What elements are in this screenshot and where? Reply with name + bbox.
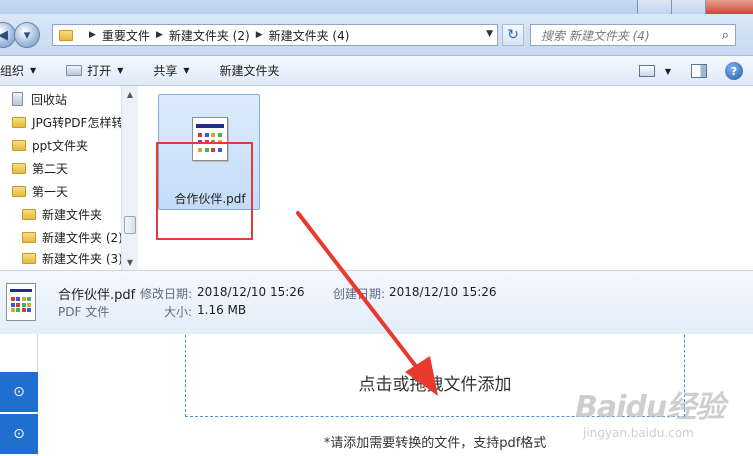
file-open-dialog: ◀ ▾ ▶ 重要文件 ▶ 新建文件夹 (2) ▶ 新建文件夹 (4) ▼ ↻ 搜…: [0, 0, 753, 334]
forward-button[interactable]: ▾: [14, 22, 40, 48]
breadcrumb-separator-icon[interactable]: ▶: [156, 30, 163, 40]
scroll-up-icon[interactable]: ▲: [122, 86, 138, 102]
minimize-button[interactable]: [637, 0, 671, 14]
nav-item-recycle-bin[interactable]: 回收站: [12, 88, 67, 110]
details-created-value: 2018/12/10 15:26: [389, 285, 497, 299]
caret-down-icon: ▼: [183, 66, 190, 75]
watermark-url: jingyan.baidu.com: [583, 426, 694, 440]
details-size-label: 大小:: [164, 305, 193, 319]
folder-icon: [22, 231, 36, 243]
view-caret-down-icon[interactable]: ▼: [665, 67, 671, 76]
nav-item-folder[interactable]: ppt文件夹: [12, 134, 88, 156]
pdf-file-icon: [6, 283, 36, 321]
nav-item-label: 新建文件夹: [42, 207, 103, 222]
breadcrumb-item[interactable]: 重要文件: [102, 27, 150, 44]
view-mode-icon[interactable]: [638, 65, 655, 77]
folder-icon: [59, 29, 73, 41]
arrow-left-icon: ◀: [0, 27, 8, 43]
nav-item-label: 第二天: [32, 161, 69, 176]
folder-icon: [22, 252, 36, 264]
folder-icon: [12, 185, 26, 197]
close-button[interactable]: [705, 0, 753, 14]
navigation-pane: 回收站 JPG转PDF怎样转 ppt文件夹 第二天 第一天 新建文件夹 新建文件…: [0, 86, 138, 270]
open-menu[interactable]: 打开 ▼: [66, 56, 123, 86]
new-folder-button[interactable]: 新建文件夹: [220, 56, 280, 86]
chevron-right-circle-icon: ⊙: [13, 426, 25, 442]
search-input[interactable]: 搜索 新建文件夹 (4) ⌕: [530, 24, 736, 46]
search-placeholder: 搜索 新建文件夹 (4): [541, 28, 650, 43]
refresh-button[interactable]: ↻: [502, 24, 524, 46]
folder-icon: [12, 162, 26, 174]
details-file-name: 合作伙伴.pdf: [58, 288, 136, 303]
address-dropdown-icon[interactable]: ▼: [486, 29, 493, 39]
breadcrumb-item[interactable]: 新建文件夹 (2): [169, 27, 250, 44]
window-title-strip: [0, 0, 753, 14]
watermark-brand: Baidu经验: [575, 390, 725, 425]
new-folder-label: 新建文件夹: [219, 64, 280, 78]
details-file-type: PDF 文件: [58, 305, 110, 319]
folder-icon: [12, 116, 26, 128]
nav-item-folder[interactable]: 第一天: [12, 180, 68, 202]
search-icon[interactable]: ⌕: [722, 28, 729, 43]
organize-label: 组织: [0, 64, 25, 78]
nav-item-label: 新建文件夹 (2): [42, 230, 123, 245]
folder-icon: [22, 208, 36, 220]
maximize-button[interactable]: [671, 0, 705, 14]
nav-item-folder[interactable]: 新建文件夹 (3): [22, 249, 123, 267]
details-pane: 合作伙伴.pdf PDF 文件 修改日期: 2018/12/10 15:26 大…: [0, 270, 753, 334]
nav-item-label: 回收站: [31, 92, 68, 107]
nav-item-folder[interactable]: 新建文件夹 (2): [22, 226, 123, 248]
nav-item-folder[interactable]: 新建文件夹: [22, 203, 102, 225]
nav-item-folder[interactable]: JPG转PDF怎样转: [12, 111, 124, 133]
highlight-box: [156, 142, 253, 240]
help-icon[interactable]: ?: [725, 62, 743, 80]
open-label: 打开: [87, 64, 112, 78]
nav-item-label: ppt文件夹: [32, 138, 88, 153]
recycle-bin-icon: [12, 92, 23, 106]
scroll-thumb[interactable]: [124, 216, 136, 234]
folder-icon: [12, 139, 26, 151]
open-with-icon: [66, 65, 83, 76]
share-label: 共享: [153, 64, 178, 78]
nav-pane-scrollbar[interactable]: ▲ ▼: [121, 86, 138, 270]
rail-expand-button-2[interactable]: ⊙: [0, 414, 38, 454]
nav-item-label: 新建文件夹 (3): [42, 251, 123, 266]
breadcrumb-item[interactable]: 新建文件夹 (4): [269, 27, 350, 44]
details-created-label: 创建日期:: [333, 287, 386, 301]
caret-down-icon: ▼: [117, 66, 124, 75]
nav-item-folder[interactable]: 第二天: [12, 157, 68, 179]
nav-item-label: 第一天: [32, 184, 69, 199]
watermark: Baidu经验 jingyan.baidu.com: [575, 382, 745, 452]
rail-expand-button-1[interactable]: ⊙: [0, 372, 38, 412]
breadcrumb: ▶ 重要文件 ▶ 新建文件夹 (2) ▶ 新建文件夹 (4): [79, 27, 353, 44]
refresh-icon: ↻: [507, 27, 519, 43]
share-menu[interactable]: 共享 ▼: [153, 56, 189, 86]
caret-down-icon: ▼: [30, 66, 37, 75]
details-modified-value: 2018/12/10 15:26: [197, 285, 305, 299]
address-box[interactable]: ▶ 重要文件 ▶ 新建文件夹 (2) ▶ 新建文件夹 (4) ▼: [52, 24, 498, 46]
preview-pane-icon[interactable]: [691, 64, 707, 78]
nav-item-label: JPG转PDF怎样转: [32, 115, 124, 130]
details-modified-label: 修改日期:: [140, 287, 193, 301]
converter-side-rail: ⊙ ⊙: [0, 334, 38, 456]
organize-menu[interactable]: 组织 ▼: [0, 56, 36, 86]
breadcrumb-separator-icon[interactable]: ▶: [256, 30, 263, 40]
chevron-down-icon: ▾: [23, 27, 31, 43]
chevron-right-circle-icon: ⊙: [13, 384, 25, 400]
address-bar-area: ◀ ▾ ▶ 重要文件 ▶ 新建文件夹 (2) ▶ 新建文件夹 (4) ▼ ↻ 搜…: [0, 14, 753, 56]
breadcrumb-separator-icon: ▶: [89, 30, 96, 40]
details-size-value: 1.16 MB: [197, 303, 247, 317]
scroll-down-icon[interactable]: ▼: [122, 254, 138, 270]
command-bar: 组织 ▼ 打开 ▼ 共享 ▼ 新建文件夹 ▼ ?: [0, 56, 753, 86]
